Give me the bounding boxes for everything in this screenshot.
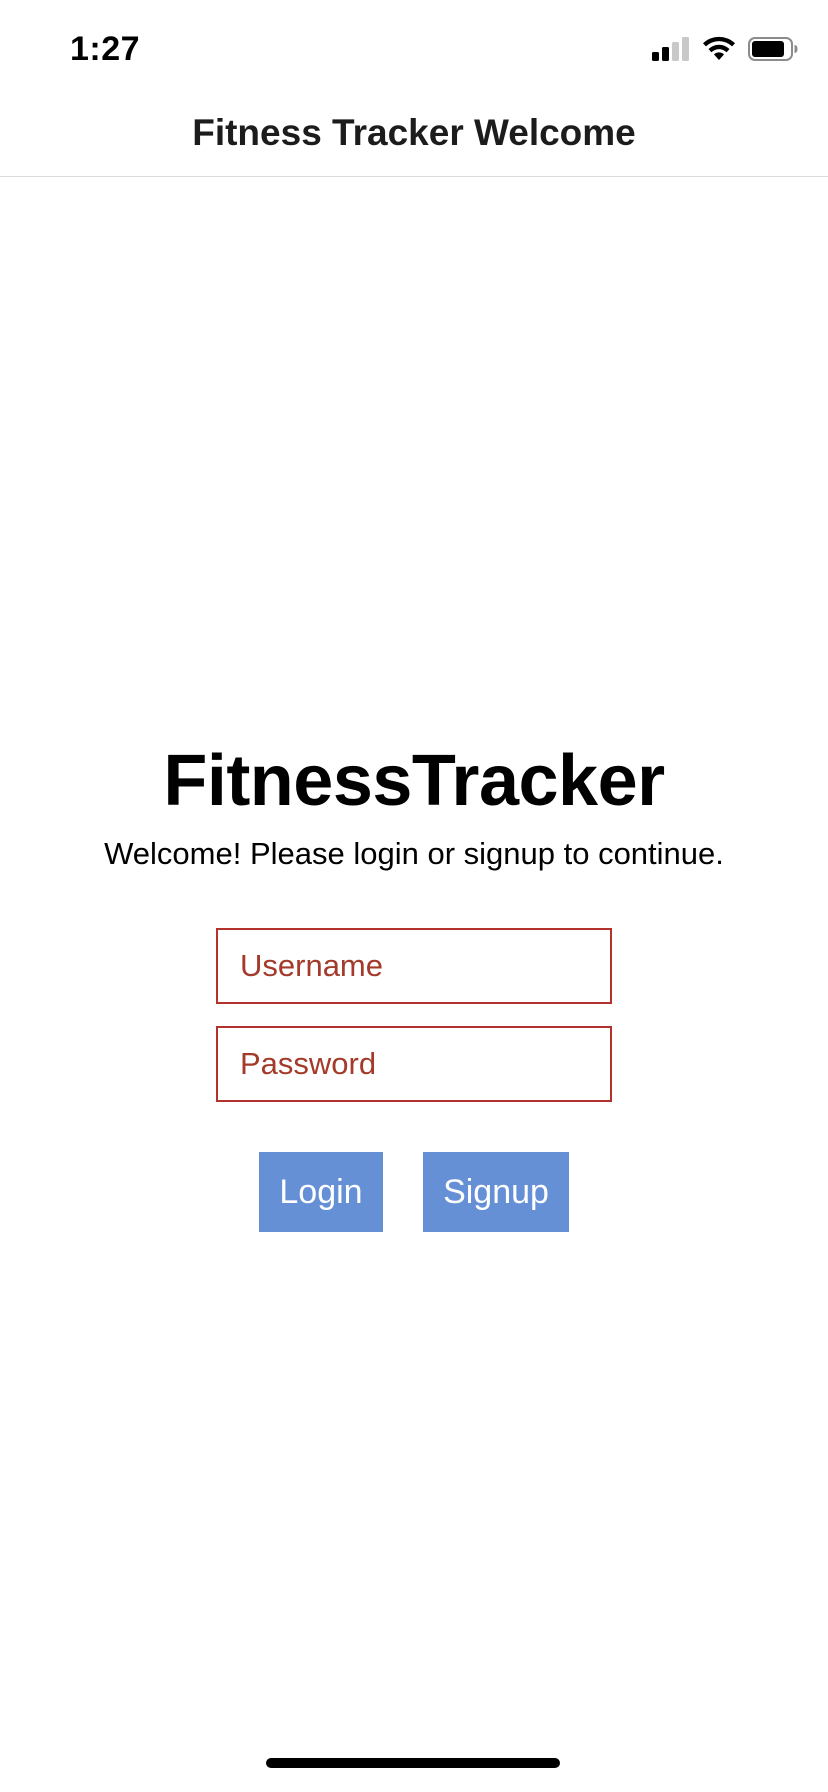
welcome-message: Welcome! Please login or signup to conti… — [104, 836, 724, 871]
username-field[interactable]: Username — [216, 928, 612, 1004]
signup-button[interactable]: Signup — [423, 1152, 569, 1232]
app-name-heading: FitnessTracker — [163, 741, 665, 821]
username-placeholder: Username — [240, 948, 383, 983]
wifi-icon — [703, 36, 735, 60]
battery-icon — [748, 37, 798, 61]
signal-icon — [652, 37, 689, 61]
login-button[interactable]: Login — [259, 1152, 383, 1232]
home-indicator[interactable] — [266, 1758, 560, 1768]
status-bar: 1:27 — [0, 0, 828, 100]
action-buttons: Login Signup — [259, 1152, 569, 1232]
welcome-content: FitnessTracker Welcome! Please login or … — [0, 740, 828, 1232]
password-field[interactable]: Password — [216, 1026, 612, 1102]
status-icons — [652, 36, 798, 62]
navigation-bar: Fitness Tracker Welcome — [0, 100, 828, 177]
nav-title: Fitness Tracker Welcome — [192, 112, 636, 153]
password-placeholder: Password — [240, 1046, 377, 1081]
status-time: 1:27 — [70, 30, 141, 68]
